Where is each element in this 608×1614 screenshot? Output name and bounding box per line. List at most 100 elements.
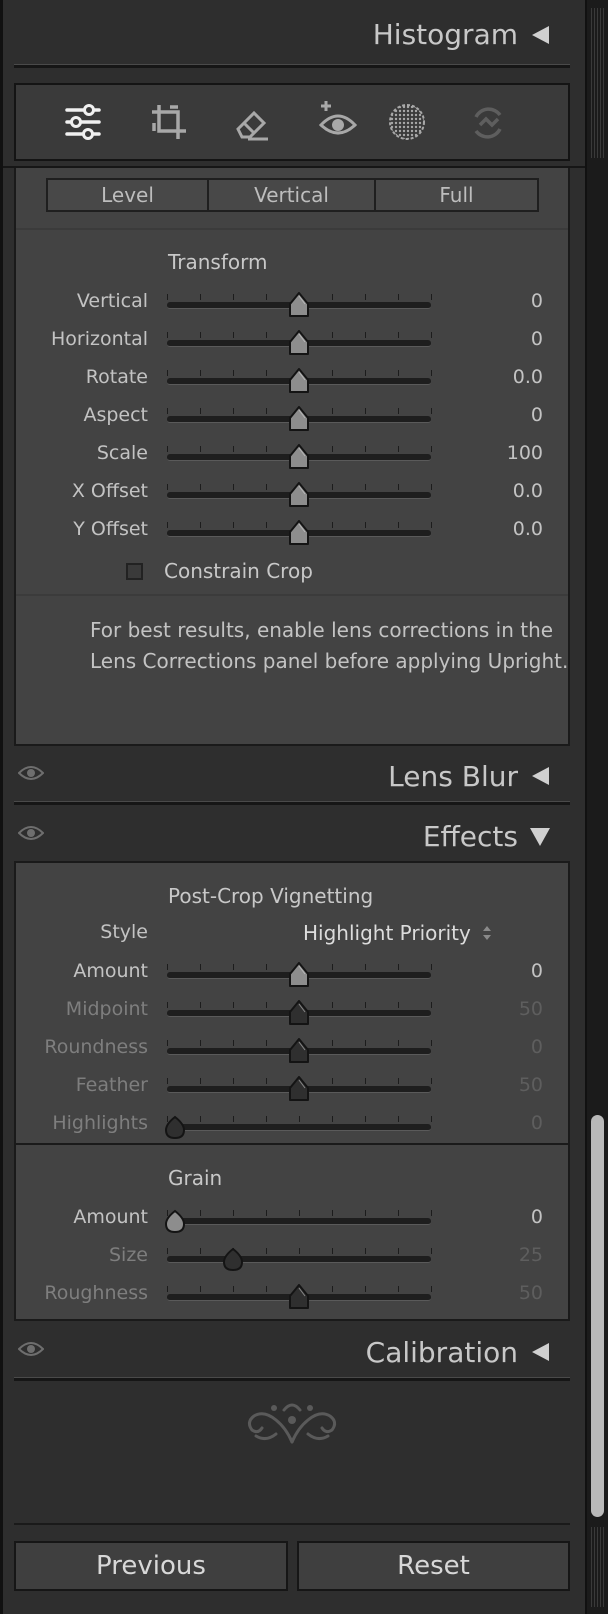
grain-slider-thumb[interactable] [288, 1284, 310, 1310]
transform-slider-thumb[interactable] [288, 520, 310, 546]
collapse-triangle-icon[interactable] [532, 767, 549, 785]
vignetting-slider-value[interactable]: 50 [473, 998, 543, 1020]
histogram-title: Histogram [372, 18, 518, 51]
scrollbar-thumb[interactable] [591, 1115, 604, 1517]
vignetting-slider-value[interactable]: 0 [473, 1036, 543, 1058]
vignetting-slider-value[interactable]: 50 [473, 1074, 543, 1096]
lens-blur-header[interactable]: Lens Blur [3, 748, 585, 800]
transform-slider-value[interactable]: 0.0 [473, 518, 543, 540]
previous-button[interactable]: Previous [14, 1541, 288, 1591]
grain-slider-track[interactable] [167, 1218, 431, 1225]
panel-end-ornament-icon [247, 1403, 337, 1444]
transform-slider-label: X Offset [71, 480, 148, 502]
slider-ticks [167, 1116, 432, 1122]
divider [16, 594, 568, 596]
transform-slider-label: Scale [96, 442, 148, 464]
panel-scrollbar[interactable] [587, 0, 608, 1614]
scroll-grip-top [591, 8, 604, 158]
transform-slider-label: Vertical [76, 290, 148, 312]
vignetting-slider-thumb[interactable] [288, 1038, 310, 1064]
upright-vertical-button[interactable]: Vertical [207, 178, 376, 212]
visibility-eye-icon[interactable] [18, 825, 44, 841]
grain-slider-label: Size [108, 1244, 148, 1266]
lens-blur-title: Lens Blur [388, 760, 518, 793]
red-eye-icon[interactable] [318, 99, 358, 141]
transform-slider-thumb[interactable] [288, 444, 310, 470]
grain-slider-value[interactable]: 25 [473, 1244, 543, 1266]
grain-slider-label: Amount [73, 1206, 148, 1228]
reset-button[interactable]: Reset [297, 1541, 570, 1591]
vignetting-slider-label: Roundness [44, 1036, 148, 1058]
transform-slider-thumb[interactable] [288, 292, 310, 318]
constrain-crop-checkbox[interactable] [126, 563, 143, 580]
collapse-triangle-icon[interactable] [532, 1343, 549, 1361]
divider [14, 64, 570, 68]
transform-slider-value[interactable]: 0 [473, 404, 543, 426]
vignetting-slider-label: Highlights [52, 1112, 148, 1134]
upright-note: For best results, enable lens correction… [90, 615, 568, 677]
transform-slider-label: Rotate [85, 366, 148, 388]
calibration-title: Calibration [365, 1336, 518, 1369]
transform-slider-label: Aspect [83, 404, 148, 426]
upright-note-line: Lens Corrections panel before applying U… [90, 649, 569, 673]
transform-slider-thumb[interactable] [288, 368, 310, 394]
visibility-eye-icon[interactable] [18, 765, 44, 781]
vignetting-title: Post-Crop Vignetting [168, 884, 374, 908]
grain-slider-value[interactable]: 0 [473, 1206, 543, 1228]
transform-slider-thumb[interactable] [288, 482, 310, 508]
style-select[interactable]: Highlight Priority [303, 921, 471, 945]
scroll-grip-bottom [591, 1527, 604, 1607]
upright-full-button[interactable]: Full [374, 178, 539, 212]
grain-slider-thumb[interactable] [222, 1246, 244, 1272]
collapse-triangle-icon[interactable] [532, 26, 549, 44]
visibility-eye-icon[interactable] [18, 1341, 44, 1357]
vignetting-slider-label: Feather [75, 1074, 148, 1096]
tool-strip [14, 83, 570, 161]
masking-icon[interactable] [386, 101, 428, 143]
transform-slider-thumb[interactable] [288, 330, 310, 356]
vignetting-slider-thumb[interactable] [288, 1076, 310, 1102]
slider-ticks [167, 1248, 432, 1254]
vignetting-slider-label: Midpoint [65, 998, 148, 1020]
grain-slider-track[interactable] [167, 1256, 431, 1263]
grain-slider-thumb[interactable] [164, 1208, 186, 1234]
effects-title: Effects [422, 820, 518, 853]
transform-slider-value[interactable]: 0.0 [473, 480, 543, 502]
divider [16, 1143, 568, 1145]
upright-level-button[interactable]: Level [46, 178, 209, 212]
crop-icon[interactable] [150, 103, 188, 141]
transform-slider-value[interactable]: 0.0 [473, 366, 543, 388]
divider [14, 1377, 570, 1381]
slider-ticks [167, 1210, 432, 1216]
presets-icon [474, 107, 502, 139]
grain-title: Grain [168, 1166, 223, 1190]
vignetting-slider-value[interactable]: 0 [473, 1112, 543, 1134]
expand-triangle-icon[interactable] [530, 828, 550, 846]
divider [16, 228, 568, 230]
transform-slider-value[interactable]: 0 [473, 290, 543, 312]
vignetting-slider-label: Amount [73, 960, 148, 982]
vignetting-slider-value[interactable]: 0 [473, 960, 543, 982]
vignetting-slider-thumb[interactable] [288, 962, 310, 988]
calibration-header[interactable]: Calibration [3, 1324, 585, 1376]
transform-slider-label: Y Offset [73, 518, 148, 540]
vignetting-slider-thumb[interactable] [164, 1114, 186, 1140]
transform-slider-value[interactable]: 0 [473, 328, 543, 350]
vignetting-slider-track[interactable] [167, 1124, 431, 1131]
grain-slider-label: Roughness [44, 1282, 148, 1304]
edit-sliders-icon[interactable] [64, 103, 102, 141]
style-label: Style [100, 921, 148, 943]
transform-title: Transform [168, 250, 268, 274]
grain-slider-value[interactable]: 50 [473, 1282, 543, 1304]
vignetting-slider-thumb[interactable] [288, 1000, 310, 1026]
constrain-crop-label: Constrain Crop [164, 559, 313, 583]
divider [14, 1523, 570, 1525]
transform-slider-thumb[interactable] [288, 406, 310, 432]
healing-eraser-icon[interactable] [232, 105, 272, 141]
effects-header[interactable]: Effects [3, 808, 585, 860]
divider [14, 801, 570, 805]
transform-slider-value[interactable]: 100 [473, 442, 543, 464]
select-arrows-icon[interactable] [481, 924, 493, 942]
histogram-header[interactable]: Histogram [3, 0, 585, 64]
upright-note-line: For best results, enable lens correction… [90, 618, 554, 642]
